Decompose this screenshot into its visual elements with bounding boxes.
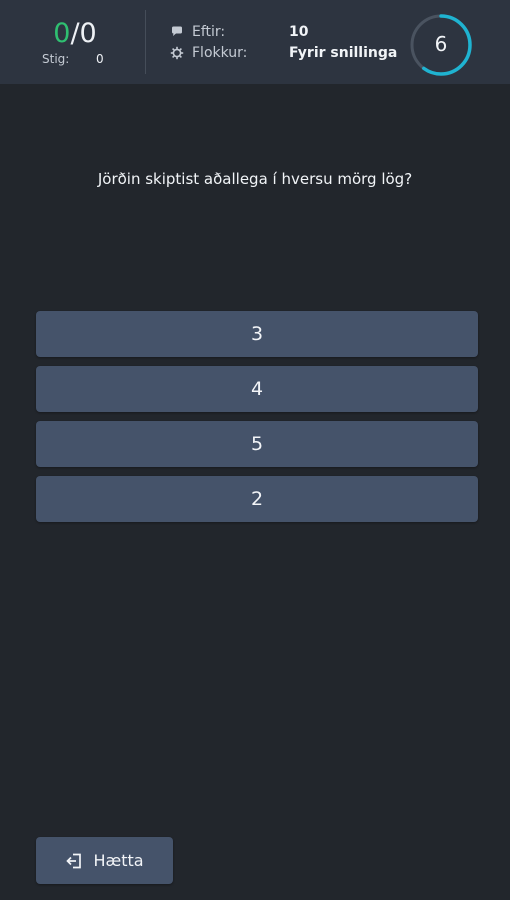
top-bar: 0/0 Stig: 0 Eftir: Flokkur: 10 Fyrir sni… — [0, 0, 510, 84]
answer-button[interactable]: 2 — [36, 476, 478, 522]
exit-icon — [66, 853, 82, 868]
category-row: Flokkur: — [170, 45, 247, 61]
answer-button[interactable]: 4 — [36, 366, 478, 412]
score-counter: 0/0 — [40, 18, 110, 50]
quit-label: Hætta — [93, 851, 144, 870]
category-value: Fyrir snillinga — [289, 45, 398, 61]
category-label: Flokkur: — [192, 45, 248, 61]
score-total: 0 — [79, 18, 97, 49]
answer-button[interactable]: 5 — [36, 421, 478, 467]
quit-button[interactable]: Hætta — [36, 837, 173, 884]
points-label: Stig: — [42, 52, 70, 66]
answer-button[interactable]: 3 — [36, 311, 478, 357]
chat-icon — [172, 26, 182, 36]
header-divider — [145, 10, 146, 74]
points-value: 0 — [96, 52, 104, 66]
question-text: Jörðin skiptist aðallega í hversu mörg l… — [97, 170, 413, 188]
gear-icon — [170, 46, 184, 60]
score-correct: 0 — [53, 18, 71, 49]
remaining-value: 10 — [289, 24, 309, 40]
remaining-row: Eftir: — [170, 24, 225, 40]
remaining-label: Eftir: — [192, 24, 226, 40]
score-separator: / — [70, 18, 80, 49]
timer-value: 6 — [434, 32, 448, 56]
